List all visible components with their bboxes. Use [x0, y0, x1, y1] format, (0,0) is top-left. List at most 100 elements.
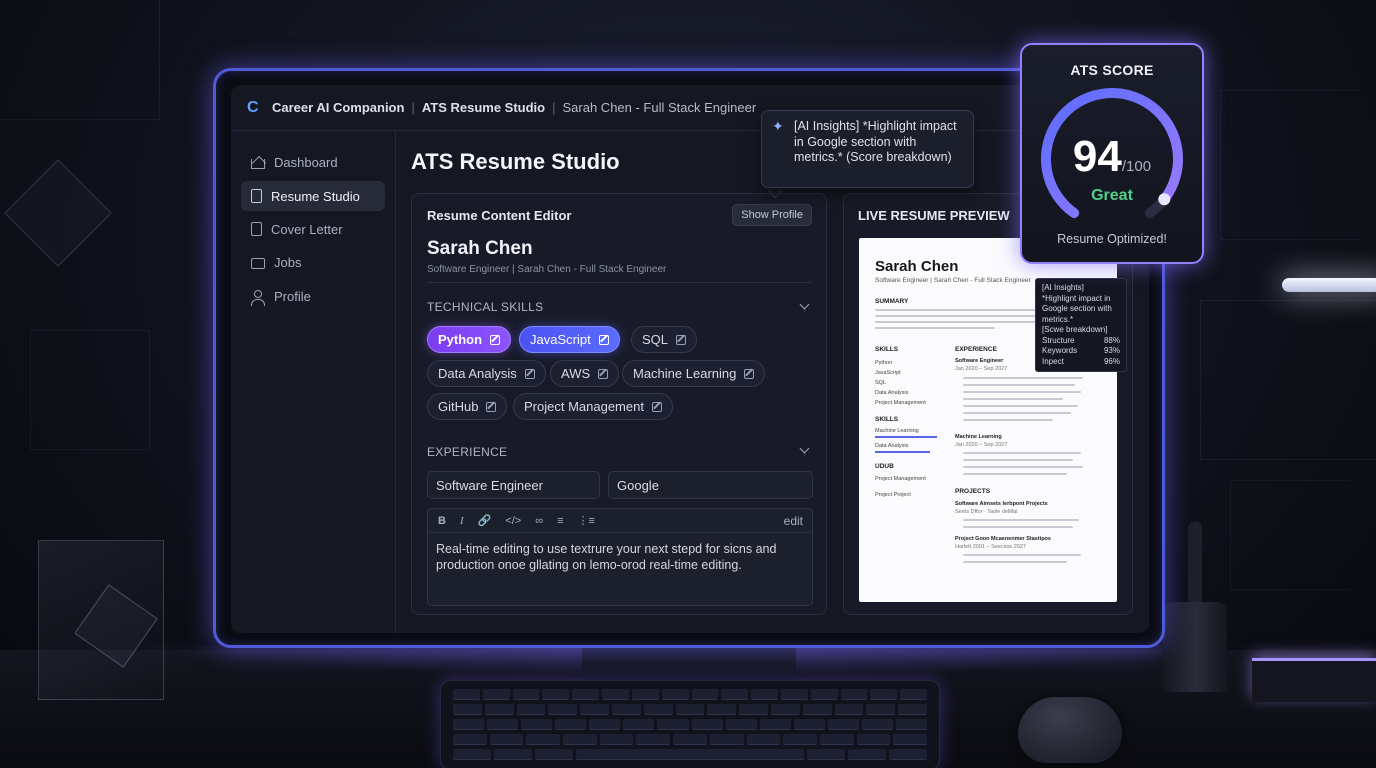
resume-experience-heading: EXPERIENCE: [955, 346, 997, 353]
skill-chip-aws[interactable]: AWS: [550, 360, 620, 387]
document-icon: [251, 189, 262, 203]
chevron-down-icon[interactable]: [799, 299, 810, 310]
skill-chip-github[interactable]: GitHub: [427, 393, 508, 420]
edit-icon[interactable]: [676, 334, 687, 345]
score-row-keywords: Keywords 93%: [1042, 346, 1120, 357]
desk-lamp-light: [1282, 278, 1376, 292]
experience-description-text[interactable]: Real-time editing to use textrure your n…: [436, 541, 796, 573]
edit-icon[interactable]: [524, 368, 535, 379]
technical-skills-label: TECHNICAL SKILLS: [427, 300, 544, 314]
ats-score-number: 94: [1072, 132, 1122, 181]
score-row-value: 93%: [1103, 346, 1120, 355]
score-row-label: Structure: [1042, 335, 1075, 345]
sidebar-item-cover-letter[interactable]: Cover Letter: [241, 214, 385, 244]
resume-other-heading: UDUB: [875, 463, 894, 470]
skill-chip-javascript[interactable]: JavaScript: [519, 326, 620, 353]
breadcrumb-separator: |: [552, 100, 556, 115]
desk-lamp-base: [1163, 602, 1227, 692]
breadcrumb-context: Sarah Chen - Full Stack Engineer: [562, 100, 757, 115]
edit-icon[interactable]: [651, 401, 662, 412]
mini-tip-breakdown: [Scwe breakdown]: [1042, 325, 1108, 334]
score-row-label: Inpect: [1042, 356, 1064, 366]
preview-title: LIVE RESUME PREVIEW: [858, 208, 1010, 223]
document-icon: [251, 222, 262, 236]
edit-mode-toggle[interactable]: edit: [784, 514, 803, 528]
bold-icon[interactable]: B: [438, 515, 446, 527]
resume-job-title: Machine Learning: [955, 434, 1002, 440]
ats-score-card[interactable]: ATS SCORE 94/100 Great Resume Optimized!: [1020, 43, 1204, 264]
experience-label: EXPERIENCE: [427, 445, 508, 459]
show-profile-button[interactable]: Show Profile: [732, 204, 812, 226]
skill-label: JavaScript: [530, 332, 591, 347]
resume-insight-tooltip[interactable]: [AI Insights] *Highlignt impact in Googl…: [1035, 278, 1127, 372]
breadcrumb-separator: |: [411, 100, 415, 115]
candidate-name[interactable]: Sarah Chen: [427, 238, 533, 260]
app-topbar: C Career AI Companion | ATS Resume Studi…: [231, 85, 1149, 131]
resume-skill: Project Management: [875, 400, 926, 406]
resume-job-title: Software Engineer: [955, 358, 1004, 364]
app-logo-icon[interactable]: C: [247, 100, 262, 116]
skill-chip-project-management[interactable]: Project Management: [513, 393, 673, 420]
edit-icon[interactable]: [486, 401, 497, 412]
sidebar-item-label: Cover Letter: [271, 221, 343, 237]
resume-name: Sarah Chen: [875, 258, 959, 275]
resume-skill: JavaScript: [875, 370, 901, 376]
candidate-subtitle[interactable]: Software Engineer | Sarah Chen - Full St…: [427, 264, 666, 275]
skill-label: Project Management: [524, 399, 644, 414]
resume-skill: SQL: [875, 380, 887, 386]
job-title-input[interactable]: Software Engineer: [427, 471, 600, 499]
breadcrumb-section[interactable]: ATS Resume Studio: [422, 100, 545, 115]
skill-chip-data-analysis[interactable]: Data Analysis: [427, 360, 546, 387]
ats-score-grade: Great: [1091, 187, 1133, 204]
sidebar-item-profile[interactable]: Profile: [241, 281, 385, 311]
chevron-down-icon[interactable]: [799, 443, 810, 454]
rich-text-toolbar: B I 🔗 </> ∞ ≡ ⋮≡: [428, 509, 812, 533]
skill-chip-sql[interactable]: SQL: [631, 326, 698, 353]
resume-project-title: Software Aimsets Ierbpont Projects: [955, 501, 1048, 507]
italic-icon[interactable]: I: [460, 515, 464, 527]
sidebar-item-label: Resume Studio: [271, 188, 360, 204]
page-title: ATS Resume Studio: [411, 149, 620, 174]
skill-chip-machine-learning[interactable]: Machine Learning: [622, 360, 766, 387]
ai-insights-text: [AI Insights] *Highlight impact in Googl…: [794, 119, 957, 164]
divider: [427, 282, 811, 283]
strikethrough-icon[interactable]: ∞: [535, 515, 543, 527]
mini-tip-body: *Highlignt impact in Google section with…: [1042, 293, 1112, 324]
home-icon: [251, 159, 265, 169]
sidebar-item-resume-studio[interactable]: Resume Studio: [241, 181, 385, 211]
edit-icon[interactable]: [598, 334, 609, 345]
edit-icon[interactable]: [598, 368, 609, 379]
resume-skill: Project Project: [875, 492, 911, 498]
resume-skill: Python: [875, 360, 893, 366]
edit-icon[interactable]: [490, 334, 501, 345]
resume-summary-heading: SUMMARY: [875, 298, 909, 305]
score-row-impact: Inpect 96%: [1042, 357, 1120, 368]
resume-skill: Data Analysis: [875, 390, 909, 396]
score-row-label: Keywords: [1042, 346, 1078, 355]
resume-skill: Data Analysis: [875, 443, 909, 449]
glass-diamond-decoration: [4, 159, 112, 267]
briefcase-icon: [251, 258, 265, 269]
keyboard: [440, 680, 940, 768]
numbered-list-icon[interactable]: ≡: [557, 515, 563, 527]
ai-insights-tooltip[interactable]: ✦ [AI Insights] *Highlight impact in Goo…: [761, 110, 974, 188]
resume-subtitle: Software Engineer | Sarah Chen - Full St…: [875, 277, 1031, 284]
skill-chip-python[interactable]: Python: [427, 326, 512, 353]
sidebar-item-dashboard[interactable]: Dashboard: [241, 147, 385, 177]
sidebar-item-label: Jobs: [274, 254, 302, 270]
link-icon[interactable]: 🔗: [478, 514, 492, 527]
code-icon[interactable]: </>: [505, 515, 521, 527]
bullet-list-icon[interactable]: ⋮≡: [578, 514, 595, 527]
skill-label: AWS: [561, 366, 591, 381]
resume-skills-heading: SKILLS: [875, 346, 899, 353]
resume-skill: Project Management: [875, 476, 926, 482]
edit-icon[interactable]: [744, 368, 755, 379]
sidebar-item-jobs[interactable]: Jobs: [241, 247, 385, 277]
score-row-structure: Structure 88%: [1042, 336, 1120, 347]
skill-label: Data Analysis: [438, 366, 517, 381]
resume-project-subtitle: Seets Dffor · Taole dellifal: [955, 509, 1018, 515]
resume-job-date: Jan 2020 – Sep 2027: [955, 442, 1008, 448]
ats-score-status: Resume Optimized!: [1057, 232, 1167, 246]
company-input[interactable]: Google: [608, 471, 813, 499]
rich-text-editor[interactable]: B I 🔗 </> ∞ ≡ ⋮≡ edit Real-time editing …: [427, 508, 813, 606]
